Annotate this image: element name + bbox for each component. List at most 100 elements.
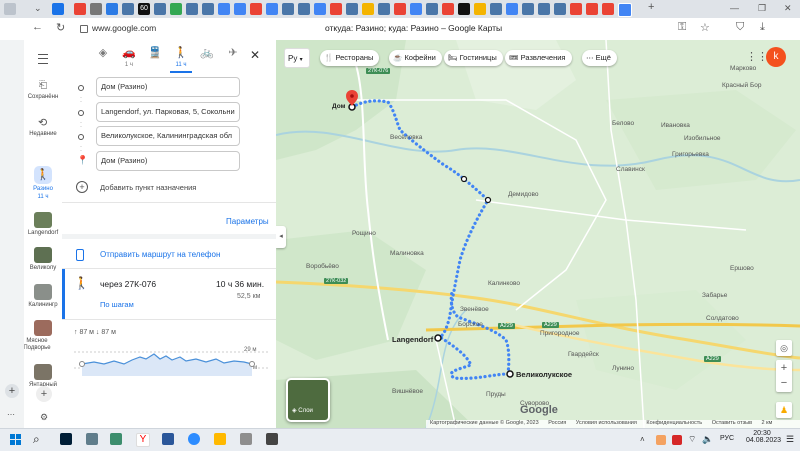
tab-favicon[interactable] — [426, 3, 438, 15]
options-link[interactable]: Параметры — [226, 217, 269, 226]
label-langendorf[interactable]: Langendorf — [392, 335, 433, 344]
tab-favicon[interactable] — [314, 3, 326, 15]
tray-icon[interactable] — [656, 435, 666, 445]
tab-favicon[interactable] — [410, 3, 422, 15]
tab-favicon[interactable] — [122, 3, 134, 15]
tab-favicon[interactable] — [170, 3, 182, 15]
app-icon[interactable] — [110, 433, 122, 445]
map-country[interactable]: Россия — [548, 420, 566, 426]
tab-favicon[interactable] — [490, 3, 502, 15]
calculator-icon[interactable] — [86, 433, 98, 445]
tab-favicon[interactable] — [266, 3, 278, 15]
terminal-icon[interactable] — [266, 433, 278, 445]
tab-favicon[interactable] — [298, 3, 310, 15]
tab-favicon[interactable] — [602, 3, 614, 15]
tab-favicon[interactable] — [282, 3, 294, 15]
mode-transit-icon[interactable]: 🚆 — [144, 46, 166, 59]
mode-bike-icon[interactable]: 🚲 — [196, 46, 218, 59]
chip-restaurants[interactable]: 🍴 Рестораны — [320, 50, 380, 66]
bookmark-icon[interactable]: ☆ — [700, 21, 710, 34]
account-avatar[interactable]: k — [766, 47, 786, 67]
close-window-button[interactable]: ✕ — [784, 3, 792, 14]
mode-walk-icon[interactable]: 🚶 — [170, 46, 192, 59]
place-thumb[interactable] — [34, 284, 52, 300]
tab-favicon[interactable] — [218, 3, 230, 15]
add-icon[interactable]: + — [5, 384, 19, 398]
origin-field[interactable]: Дом (Разино) — [96, 77, 240, 97]
shield-icon[interactable]: ⛉ — [736, 21, 744, 34]
tab-favicon[interactable] — [442, 3, 454, 15]
route-via[interactable]: через 27К-076 — [100, 279, 156, 289]
map-canvas[interactable]: Дом Langendorf Великолукское Марково Кра… — [276, 40, 800, 428]
chip-more[interactable]: ⋯ Ещё — [582, 50, 617, 66]
add-destination-link[interactable]: Добавить пункт назначения — [100, 183, 196, 192]
tab-favicon[interactable] — [346, 3, 358, 15]
app-icon[interactable] — [162, 433, 174, 445]
yandex-browser-icon[interactable]: Y — [136, 433, 150, 447]
tab-favicon[interactable] — [90, 3, 102, 15]
language-select[interactable]: Ру ▾ — [284, 48, 310, 68]
terms-link[interactable]: Условия использования — [576, 420, 637, 426]
tray-icon[interactable] — [672, 435, 682, 445]
minimize-button[interactable]: — — [730, 3, 739, 13]
tab-favicon[interactable] — [522, 3, 534, 15]
zoom-icon[interactable] — [188, 433, 200, 445]
photoshop-icon[interactable] — [60, 433, 72, 445]
key-icon[interactable]: ⚿ — [678, 21, 686, 34]
tab-menu-chevron-icon[interactable]: ⌄ — [34, 3, 42, 14]
feedback-link[interactable]: Оставить отзыв — [712, 420, 752, 426]
layers-button[interactable]: ◈ Слои — [286, 378, 330, 422]
label-velikolukskoe[interactable]: Великолукское — [516, 370, 572, 379]
tab-favicon[interactable] — [234, 3, 246, 15]
mode-flight-icon[interactable]: ✈ — [222, 46, 244, 59]
tab-favicon[interactable] — [458, 3, 470, 15]
more-icon[interactable]: ⋯ — [7, 410, 15, 419]
volume-icon[interactable]: 🔈 — [702, 434, 713, 445]
reload-icon[interactable]: ↻ — [56, 21, 65, 34]
label-home[interactable]: Дом — [332, 103, 345, 110]
tab-favicon[interactable] — [330, 3, 342, 15]
tab-favicon[interactable] — [570, 3, 582, 15]
maximize-button[interactable]: ❐ — [758, 3, 766, 14]
tab-favicon[interactable] — [474, 3, 486, 15]
folder-icon[interactable] — [214, 433, 226, 445]
new-tab-button[interactable]: + — [648, 1, 654, 13]
close-icon[interactable]: ✕ — [250, 48, 260, 62]
walk-trip-icon[interactable]: 🚶 — [34, 166, 52, 184]
tray-chevron-icon[interactable]: ˄ — [640, 435, 645, 444]
waypoint-field[interactable]: Великолукское, Калининградская обл — [96, 126, 240, 146]
keyboard-language[interactable]: РУС — [720, 435, 734, 442]
search-icon[interactable]: ⌕ — [33, 432, 40, 447]
tab-favicon[interactable] — [186, 3, 198, 15]
menu-icon[interactable] — [38, 54, 48, 64]
wifi-icon[interactable]: ⌔ — [688, 434, 696, 445]
download-icon[interactable]: ⤓ — [760, 21, 765, 34]
place-thumb[interactable] — [34, 212, 52, 228]
tab-favicon[interactable]: 60 — [138, 3, 150, 15]
destination-field[interactable]: Дом (Разино) — [96, 151, 240, 171]
tab-favicon[interactable] — [378, 3, 390, 15]
windows-start-icon[interactable] — [10, 434, 21, 445]
waypoint-field[interactable]: Langendorf, ул. Парковая, 5, Сокольни — [96, 102, 240, 122]
tab-favicon[interactable] — [250, 3, 262, 15]
history-icon[interactable]: ⟲ — [38, 116, 47, 129]
back-icon[interactable]: ← — [32, 21, 43, 33]
tab-favicon[interactable] — [154, 3, 166, 15]
mode-best-icon[interactable]: ◈ — [92, 46, 114, 59]
pegman-icon[interactable]: ♟ — [776, 402, 792, 418]
tab-favicon[interactable] — [362, 3, 374, 15]
bookmark-icon[interactable]: ⎗ — [39, 80, 47, 91]
send-to-phone-link[interactable]: Отправить маршрут на телефон — [100, 250, 220, 259]
settings-gear-icon[interactable]: ⚙ — [40, 412, 48, 423]
my-location-icon[interactable]: ◎ — [776, 340, 792, 356]
tab-favicon[interactable] — [74, 3, 86, 15]
zoom-in-icon[interactable]: + — [776, 360, 792, 376]
scale-label[interactable]: 2 км — [762, 420, 773, 426]
tab-favicon[interactable] — [394, 3, 406, 15]
tab-favicon[interactable] — [586, 3, 598, 15]
tab-favicon[interactable] — [52, 3, 64, 15]
apps-grid-icon[interactable]: ⋮⋮ — [746, 50, 768, 63]
chip-hotels[interactable]: 🛏 Гостиницы — [444, 50, 503, 66]
notifications-icon[interactable]: ☰ — [786, 434, 794, 445]
app-icon[interactable] — [240, 433, 252, 445]
